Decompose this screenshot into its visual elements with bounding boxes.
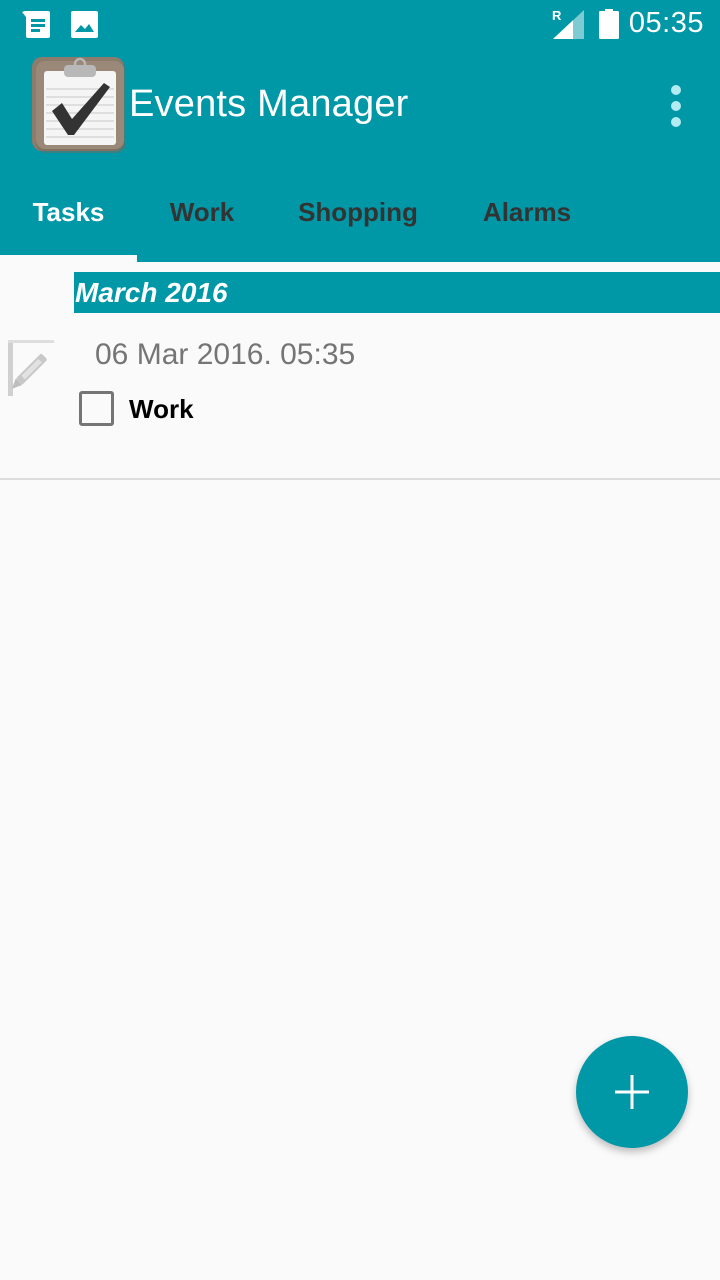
message-notification-icon [22,11,50,38]
battery-icon [599,9,619,39]
section-header: March 2016 [74,272,720,313]
edit-icon[interactable] [6,338,66,400]
plus-icon [615,1075,649,1109]
add-task-button[interactable] [576,1036,688,1148]
task-name: Work [129,394,194,424]
active-tab-indicator [0,255,137,263]
section-title: March 2016 [75,277,228,308]
tab-tasks[interactable]: Tasks [0,162,137,262]
list-item[interactable]: 06 Mar 2016. 05:35 Work [0,320,720,479]
tab-alarms[interactable]: Alarms [449,162,605,262]
tab-work[interactable]: Work [137,162,267,262]
task-date: 06 Mar 2016. 05:35 [95,338,356,371]
task-checkbox[interactable] [79,391,114,426]
list-divider [0,478,720,480]
status-bar: R 05:35 [0,0,720,50]
more-vert-icon [671,85,681,95]
image-notification-icon [71,11,98,38]
more-vert-dot [671,101,681,111]
tab-shopping[interactable]: Shopping [267,162,449,262]
clipboard-checkmark-logo [32,57,126,153]
app-title: Events Manager [129,83,409,125]
status-time: 05:35 [628,7,704,39]
signal-icon [553,10,584,39]
app-bar: Events Manager [0,50,720,162]
more-vert-dot [671,117,681,127]
tab-bar: Tasks Work Shopping Alarms [0,162,720,262]
more-options-button[interactable] [656,80,696,130]
